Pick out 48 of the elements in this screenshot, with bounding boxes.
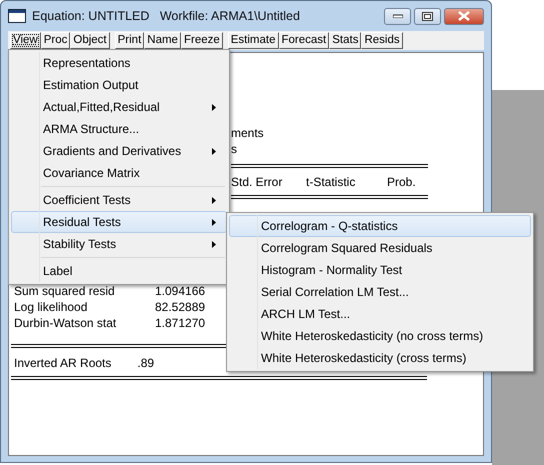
menu-item[interactable]: Gradients and Derivatives (11, 140, 227, 162)
toolbar-button[interactable]: Forecast (278, 32, 330, 49)
column-header: Prob. (387, 174, 416, 190)
toolbar-button[interactable]: Proc (40, 32, 70, 49)
toolbar-button[interactable]: Freeze (180, 32, 223, 49)
menu-item[interactable]: ARMA Structure... (11, 118, 227, 140)
column-header: t-Statistic (306, 174, 356, 190)
stat-value: .89 (137, 354, 154, 372)
menu-item[interactable]: Correlogram - Q-statistics (229, 215, 531, 237)
menu-item[interactable]: Label (11, 260, 227, 282)
menu-item[interactable]: White Heteroskedasticity (no cross terms) (229, 325, 531, 347)
minimize-button[interactable] (384, 8, 411, 24)
window-title: Equation: UNTITLED Workfile: ARMA1\Untitled (32, 8, 300, 25)
toolbar-button[interactable]: Object (70, 32, 110, 49)
menu-item[interactable]: Covariance Matrix (11, 162, 227, 184)
toolbar-button[interactable]: Stats (329, 32, 362, 49)
maximize-button[interactable] (414, 8, 441, 24)
stat-value: 1.094166 (155, 283, 206, 300)
menu-item[interactable]: Coefficient Tests (11, 189, 227, 211)
stat-label: Sum squared resid (14, 283, 116, 300)
menu-item[interactable]: Histogram - Normality Test (229, 259, 531, 281)
menu-item[interactable]: White Heteroskedasticity (cross terms) (229, 347, 531, 369)
output-text: s (231, 142, 237, 156)
stat-label: Log likelihood (14, 299, 88, 316)
close-button[interactable] (444, 8, 484, 24)
stat-value: 1.871270 (155, 315, 206, 332)
menu-item[interactable]: Representations (11, 52, 227, 74)
toolbar-button[interactable]: Print (114, 32, 144, 49)
window-icon (8, 9, 26, 23)
menu-item[interactable]: Estimation Output (11, 74, 227, 96)
column-header: Std. Error (231, 174, 284, 190)
close-icon (458, 11, 470, 21)
menu-item[interactable]: Stability Tests (11, 233, 227, 255)
menu-item[interactable]: Actual,Fitted,Residual (11, 96, 227, 118)
output-text: ments (231, 126, 264, 140)
menu-item[interactable]: Serial Correlation LM Test... (229, 281, 531, 303)
stat-label: Durbin-Watson stat (14, 315, 118, 332)
menu-item[interactable]: Correlogram Squared Residuals (229, 237, 531, 259)
menu-item[interactable]: Residual Tests (11, 211, 227, 233)
maximize-icon (422, 12, 433, 20)
menu-item[interactable]: ARCH LM Test... (229, 303, 531, 325)
toolbar-button[interactable]: Name (144, 32, 181, 49)
toolbar-button[interactable]: View (10, 32, 41, 49)
toolbar-button[interactable]: Resids (361, 32, 403, 49)
minimize-icon (392, 14, 402, 18)
toolbar-button[interactable]: Estimate (228, 32, 279, 49)
stat-label: Inverted AR Roots (14, 354, 112, 372)
stat-value: 82.52889 (155, 299, 206, 316)
